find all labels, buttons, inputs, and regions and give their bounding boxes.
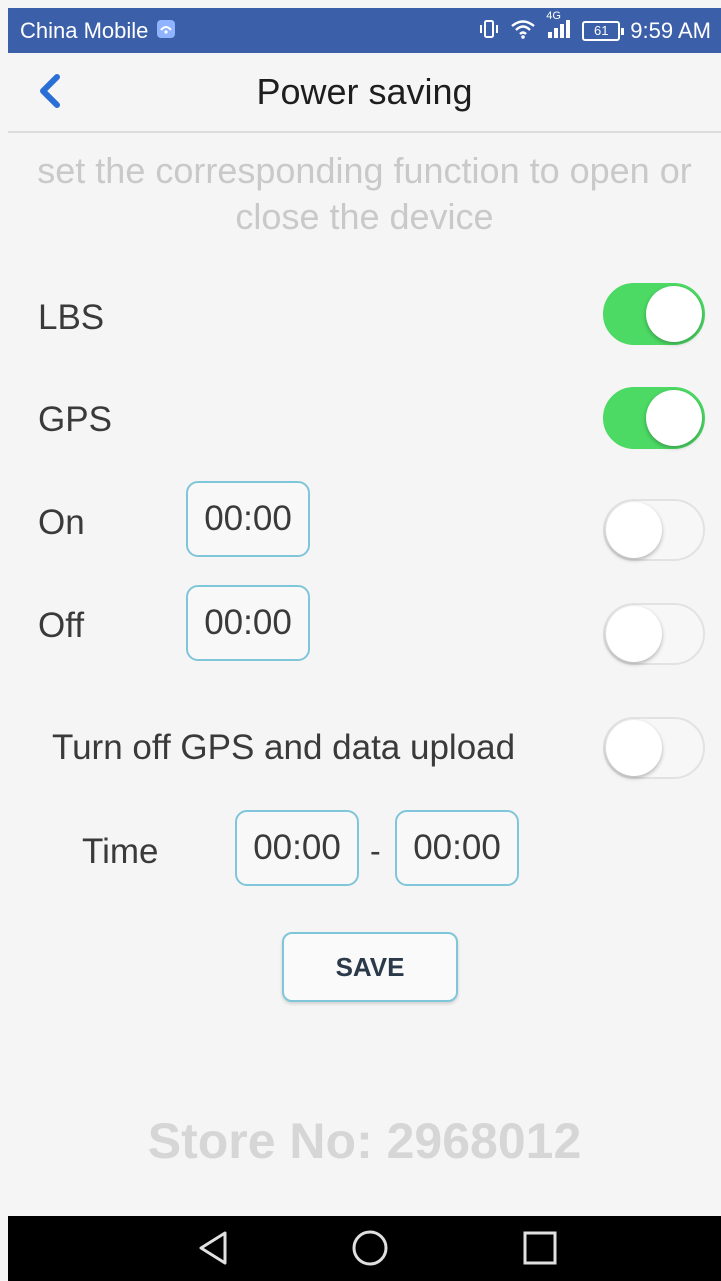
home-circle-icon: [351, 1229, 389, 1272]
instruction-text: set the corresponding function to open o…: [37, 150, 692, 237]
back-button[interactable]: [30, 73, 70, 113]
notification-icon: [156, 19, 176, 43]
on-toggle[interactable]: [603, 499, 705, 561]
gps-upload-toggle[interactable]: [603, 717, 705, 779]
toggle-knob: [606, 502, 662, 558]
navigation-bar: [8, 1216, 721, 1281]
header-bar: Power saving: [8, 53, 721, 133]
nav-recents-button[interactable]: [518, 1228, 562, 1272]
status-left: China Mobile: [20, 18, 176, 44]
vibrate-icon: [478, 18, 500, 44]
back-triangle-icon: [196, 1230, 230, 1271]
end-time-input[interactable]: 00:00: [395, 810, 519, 886]
gps-upload-label: Turn off GPS and data upload: [52, 728, 516, 767]
gps-toggle[interactable]: [603, 387, 705, 449]
toggle-knob: [606, 720, 662, 776]
off-time-input[interactable]: 00:00: [186, 585, 310, 661]
off-toggle[interactable]: [603, 603, 705, 665]
network-type: 4G: [546, 9, 561, 22]
page-title: Power saving: [256, 71, 473, 112]
on-time-input[interactable]: 00:00: [186, 481, 310, 557]
chevron-left-icon: [35, 73, 65, 114]
wifi-icon: [510, 18, 536, 44]
status-right: 4G 61 9:59 AM: [478, 10, 711, 44]
toggle-knob: [646, 390, 702, 446]
nav-back-button[interactable]: [191, 1228, 235, 1272]
battery-level: 61: [594, 23, 609, 38]
toggle-knob: [646, 286, 702, 342]
status-bar: China Mobile 4G 61 9:59 AM: [8, 8, 721, 53]
start-time-input[interactable]: 00:00: [235, 810, 359, 886]
lbs-label: LBS: [38, 298, 105, 337]
toggle-knob: [606, 606, 662, 662]
clock: 9:59 AM: [630, 17, 711, 43]
carrier-name: China Mobile: [20, 17, 149, 43]
time-label: Time: [82, 832, 159, 871]
recents-square-icon: [522, 1230, 558, 1271]
gps-label: GPS: [38, 400, 112, 439]
signal-icon: 4G: [546, 10, 572, 44]
battery-icon: 61: [582, 20, 625, 41]
on-label: On: [38, 503, 85, 542]
save-button[interactable]: SAVE: [282, 932, 458, 1002]
time-separator: -: [370, 833, 381, 869]
nav-home-button[interactable]: [348, 1228, 392, 1272]
store-watermark: Store No: 2968012: [147, 1113, 582, 1169]
off-label: Off: [38, 606, 85, 645]
lbs-toggle[interactable]: [603, 283, 705, 345]
